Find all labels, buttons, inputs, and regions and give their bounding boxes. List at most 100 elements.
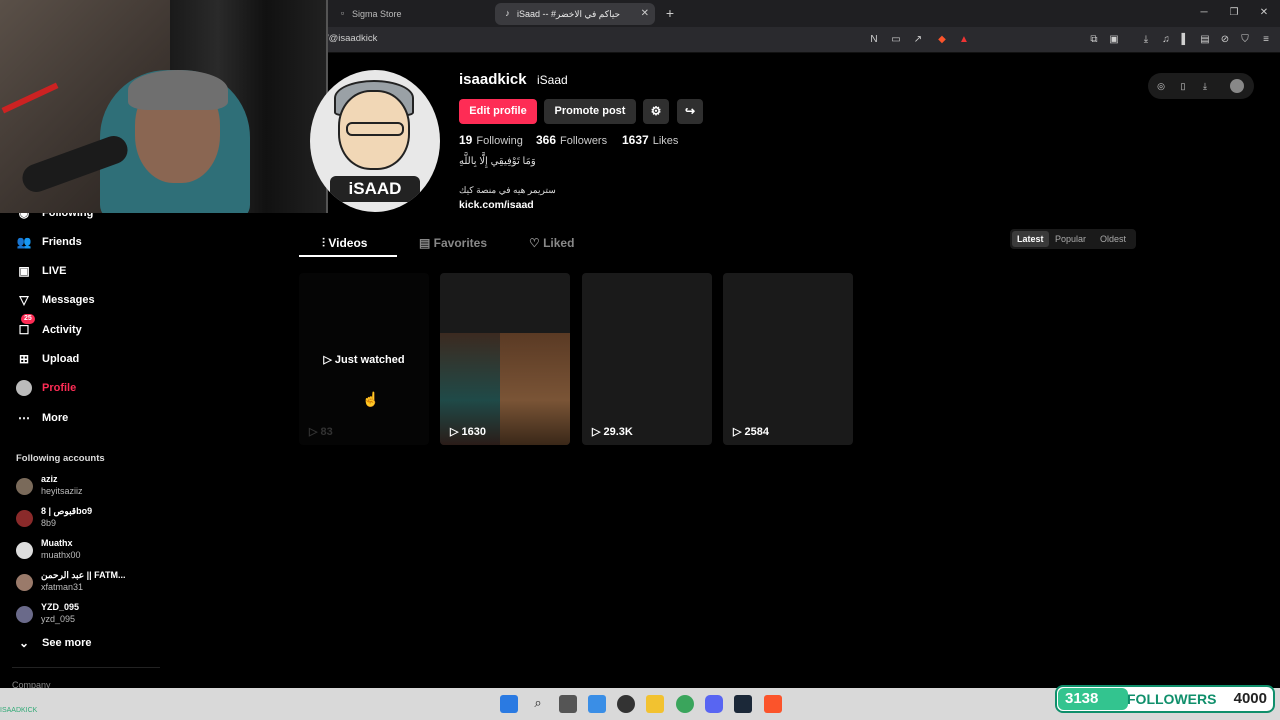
- edit-profile-button[interactable]: Edit profile: [459, 99, 537, 124]
- browser-tab-tiktok[interactable]: ♪ iSaad -- #حياكم في الاخضر ✕: [495, 3, 655, 25]
- start-icon[interactable]: [500, 695, 518, 713]
- tiktok-favicon-icon: ♪: [505, 8, 510, 18]
- video-card[interactable]: ▷ 1630: [440, 273, 570, 445]
- profile-avatar-large[interactable]: iSAAD: [310, 70, 440, 212]
- download-app-icon[interactable]: ⤓: [1198, 79, 1212, 93]
- share-profile-button[interactable]: ↪: [677, 99, 703, 124]
- account-item[interactable]: aziz heyitsaziiz: [16, 474, 156, 498]
- browser-tab-sigma-store[interactable]: ▫ Sigma Store: [330, 3, 490, 25]
- media-icon[interactable]: ♫: [1158, 33, 1174, 47]
- tab-label: Videos: [328, 236, 368, 250]
- sidebar-item-upload[interactable]: ⊞ Upload: [16, 348, 79, 370]
- task-view-icon[interactable]: [559, 695, 577, 713]
- screenshot-icon[interactable]: ▣: [1106, 33, 1122, 47]
- tab-favorites[interactable]: ▤ Favorites: [419, 233, 487, 253]
- tab-videos[interactable]: ⫶ Videos: [322, 233, 367, 253]
- shield-icon[interactable]: ⛉: [1237, 33, 1253, 47]
- sort-latest[interactable]: Latest: [1012, 231, 1049, 247]
- stat-label: Following: [476, 135, 523, 147]
- profile-nickname: iSaad: [537, 73, 568, 87]
- device-icon[interactable]: ▯: [1176, 79, 1190, 93]
- profile-avatar: [16, 380, 32, 396]
- download-icon[interactable]: ⤓: [1138, 33, 1154, 47]
- avatar: [16, 606, 33, 623]
- store-icon[interactable]: [588, 695, 606, 713]
- url-text[interactable]: /@isaadkick: [326, 33, 377, 44]
- folder-icon[interactable]: [646, 695, 664, 713]
- upload-icon: ⊞: [18, 352, 30, 366]
- promote-post-button[interactable]: Promote post: [544, 99, 636, 124]
- minimize-button[interactable]: ─: [1190, 4, 1218, 22]
- sidebar-item-friends[interactable]: 👥 Friends: [16, 231, 82, 253]
- account-item[interactable]: Muathx muathx00: [16, 538, 156, 562]
- sort-popular[interactable]: Popular: [1050, 231, 1091, 247]
- reader-icon[interactable]: N: [866, 33, 882, 47]
- account-name: YZD_095: [41, 602, 80, 612]
- sidebar-item-profile[interactable]: Profile: [16, 377, 76, 399]
- sort-oldest[interactable]: Oldest: [1095, 231, 1131, 247]
- account-name: عبد الرحمن || FATM...: [41, 570, 126, 580]
- followers-goal: 4000: [1233, 690, 1267, 707]
- stat-following[interactable]: 19 Following: [459, 133, 523, 147]
- top-right-toolbar: ◎ ▯ ⤓: [1148, 73, 1254, 99]
- video-card[interactable]: ▷ Just watched ▷ 83: [299, 273, 429, 445]
- sidebar-toggle-icon[interactable]: ▌: [1177, 33, 1193, 47]
- obs-icon[interactable]: [617, 695, 635, 713]
- taskbar-marquee-text: ISAADKICK: [0, 707, 38, 714]
- share-icon[interactable]: ↗: [910, 33, 926, 47]
- tab-liked[interactable]: ♡ Liked: [529, 233, 574, 253]
- account-item[interactable]: عبد الرحمن || FATM... xfatman31: [16, 570, 156, 594]
- sidebar-item-more[interactable]: ⋯ More: [16, 407, 68, 429]
- video-card[interactable]: ▷ 29.3K: [582, 273, 712, 445]
- video-card[interactable]: ▷ 2584: [723, 273, 853, 445]
- avatar: [16, 574, 33, 591]
- stat-followers[interactable]: 366 Followers: [536, 133, 607, 147]
- hand-cursor-icon: ☝: [362, 391, 380, 407]
- user-avatar[interactable]: [1230, 79, 1244, 93]
- settings-button[interactable]: ⚙: [643, 99, 669, 124]
- sidebar-item-messages[interactable]: ▽ Messages: [16, 289, 94, 311]
- wallet-icon[interactable]: ▤: [1197, 33, 1213, 47]
- webcam-overlay: [0, 0, 328, 213]
- see-more-button[interactable]: ⌄ See more: [16, 632, 92, 654]
- sidebar-item-activity[interactable]: ☐ 25 Activity: [16, 314, 82, 341]
- menu-icon[interactable]: ≡: [1258, 33, 1274, 47]
- account-item[interactable]: YZD_095 yzd_095: [16, 602, 156, 626]
- account-handle: 8b9: [41, 518, 57, 528]
- brave-icon[interactable]: [764, 695, 782, 713]
- close-window-button[interactable]: ✕: [1250, 4, 1278, 22]
- active-tab-indicator: [299, 255, 397, 257]
- tab-title: Sigma Store: [352, 9, 402, 19]
- search-icon[interactable]: ⌕: [529, 695, 547, 713]
- video-thumbnail-top: [440, 273, 570, 333]
- new-tab-button[interactable]: +: [660, 3, 680, 23]
- account-handle: yzd_095: [41, 614, 76, 624]
- sidebar-item-live[interactable]: ▣ LIVE: [16, 260, 66, 282]
- account-item[interactable]: قبوص | 8bo9 8b9: [16, 506, 156, 530]
- view-count: ▷ 1630: [450, 426, 486, 438]
- sidebar-item-label: Friends: [42, 236, 82, 248]
- extensions-icon[interactable]: ⧉: [1086, 33, 1102, 47]
- steam-icon[interactable]: [734, 695, 752, 713]
- profile-link[interactable]: kick.com/isaad: [459, 199, 534, 211]
- sidebar-item-label: Activity: [42, 324, 82, 336]
- avatar: [16, 542, 33, 559]
- tab-close-icon[interactable]: ✕: [641, 3, 649, 25]
- just-watched-text: Just watched: [334, 354, 405, 366]
- account-name: قبوص | 8bo9: [41, 506, 93, 516]
- vpn-icon[interactable]: ⊘: [1217, 33, 1233, 47]
- tab-favicon-icon: ▫: [340, 8, 345, 18]
- restore-button[interactable]: ❐: [1220, 4, 1248, 22]
- brave-shield-icon[interactable]: ◆: [934, 33, 950, 47]
- discord-icon[interactable]: [705, 695, 723, 713]
- sidebar-item-label: Profile: [42, 382, 77, 394]
- cast-icon[interactable]: ▭: [888, 33, 904, 47]
- profile-username: isaadkick: [459, 71, 527, 88]
- view-count: ▷ 2584: [733, 426, 769, 438]
- coin-icon[interactable]: ◎: [1154, 79, 1168, 93]
- brave-rewards-icon[interactable]: ▲: [956, 33, 972, 47]
- chrome-icon[interactable]: [676, 695, 694, 713]
- view-count: ▷ 83: [309, 426, 333, 438]
- account-handle: muathx00: [41, 550, 81, 560]
- avatar: [16, 478, 33, 495]
